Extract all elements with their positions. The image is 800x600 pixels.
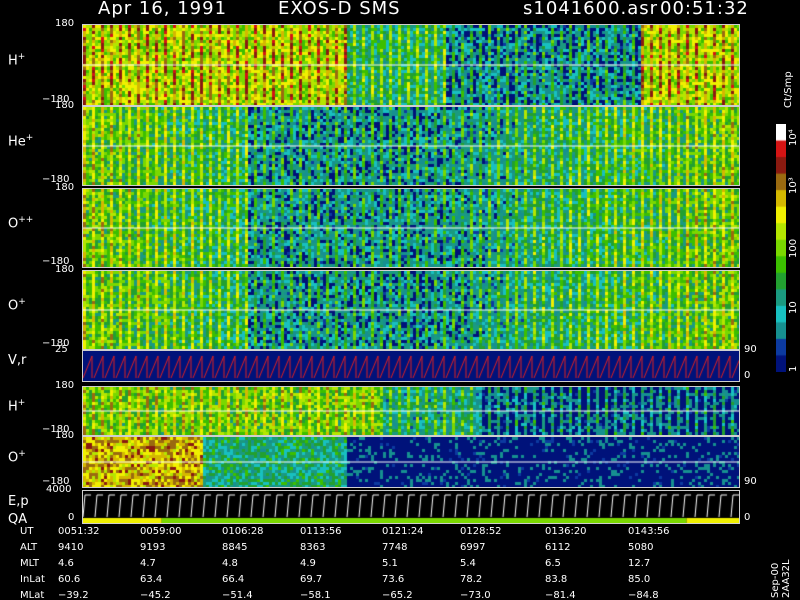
table-cell: −45.2 (140, 590, 171, 600)
table-cell: 0106:28 (222, 526, 264, 537)
header-instrument: EXOS-D SMS (278, 0, 401, 19)
right-tick-top: 90 (744, 344, 757, 355)
table-cell: 0128:52 (460, 526, 502, 537)
colorbar-tick-3: 100 (788, 238, 799, 258)
header-time: 00:51:32 (660, 0, 749, 19)
table-cell: −51.4 (222, 590, 253, 600)
table-cell: 9193 (140, 542, 166, 553)
spectrogram-panel-2 (82, 106, 740, 186)
table-cell: 8363 (300, 542, 326, 553)
table-cell: 78.2 (460, 574, 483, 585)
table-cell: 12.7 (628, 558, 651, 569)
table-cell: −84.8 (628, 590, 659, 600)
table-cell: −58.1 (300, 590, 331, 600)
table-cell: 6997 (460, 542, 486, 553)
y-tick-max: 180 (55, 182, 75, 193)
table-cell: 73.6 (382, 574, 405, 585)
table-header-ut: UT (20, 526, 34, 537)
table-cell: 4.7 (140, 558, 156, 569)
table-cell: 4.6 (58, 558, 74, 569)
colorbar-unit: Ct/Smp (783, 71, 794, 108)
colorbar-tick-4: 10 (788, 301, 799, 314)
table-cell: 0051:32 (58, 526, 100, 537)
y-tick-max: 180 (55, 264, 75, 275)
table-cell: 8845 (222, 542, 248, 553)
table-cell: 9410 (58, 542, 84, 553)
panel-label-1: H+ (8, 52, 26, 69)
panel-label-2: He+ (8, 133, 34, 150)
table-cell: 5.4 (460, 558, 476, 569)
colorbar-tick-5: 1 (788, 365, 799, 372)
table-header-inlat: InLat (20, 574, 45, 585)
y-tick-min: 0 (68, 512, 75, 523)
spectrogram-panel-1 (82, 24, 740, 106)
colorbar-tick-2: 10³ (788, 177, 799, 194)
table-cell: −81.4 (545, 590, 576, 600)
table-cell: 0113:56 (300, 526, 342, 537)
table-cell: 5080 (628, 542, 654, 553)
y-tick-max: 25 (55, 344, 68, 355)
table-cell: 0059:00 (140, 526, 182, 537)
spectrogram-panel-5 (82, 350, 740, 382)
y-tick-max: 180 (55, 430, 75, 441)
y-tick-max: 180 (55, 380, 75, 391)
table-cell: 60.6 (58, 574, 81, 585)
y-tick-max: 180 (55, 18, 75, 29)
table-cell: 0121:24 (382, 526, 424, 537)
panel-label-4: O+ (8, 297, 26, 314)
table-cell: 69.7 (300, 574, 323, 585)
table-cell: 6112 (545, 542, 571, 553)
panel-label-qa: QA (8, 512, 28, 527)
side-annotation: Sep-00 2AA32L (770, 559, 792, 598)
right-tick-bottom: 0 (744, 512, 751, 523)
table-cell: 5.1 (382, 558, 398, 569)
y-tick-max: 180 (55, 100, 75, 111)
table-cell: −65.2 (382, 590, 413, 600)
sms-plot-window: { "header": { "date": "Apr 16, 1991", "i… (0, 0, 800, 600)
spectrogram-panel-3 (82, 188, 740, 268)
panel-label-5: V,r (8, 353, 27, 368)
table-header-mlat: MLat (20, 590, 45, 600)
panel-label-3: O++ (8, 215, 34, 232)
table-cell: 63.4 (140, 574, 163, 585)
table-cell: 85.0 (628, 574, 651, 585)
y-tick-max: 4000 (46, 484, 72, 495)
right-tick-bottom: 90 (744, 476, 757, 487)
table-header-mlt: MLT (20, 558, 39, 569)
spectrogram-panel-4 (82, 270, 740, 350)
table-cell: 6.5 (545, 558, 561, 569)
right-tick-bottom: 0 (744, 370, 751, 381)
table-cell: 83.8 (545, 574, 568, 585)
table-cell: 0136:20 (545, 526, 587, 537)
spectrogram-panel-6 (82, 386, 740, 436)
colorbar-tick-1: 10⁴ (788, 129, 799, 146)
table-cell: 0143:56 (628, 526, 670, 537)
table-cell: 7748 (382, 542, 408, 553)
header-date: Apr 16, 1991 (98, 0, 228, 19)
panel-label-7: O+ (8, 449, 26, 466)
table-cell: −39.2 (58, 590, 89, 600)
table-cell: 4.8 (222, 558, 238, 569)
spectrogram-panel-8 (82, 490, 740, 524)
header-file: s1041600.asr (523, 0, 659, 19)
table-cell: 66.4 (222, 574, 245, 585)
colorbar (776, 124, 786, 372)
spectrogram-panel-7 (82, 436, 740, 488)
panel-label-8: E,p (8, 494, 29, 509)
panel-label-6: H+ (8, 398, 26, 415)
table-cell: −73.0 (460, 590, 491, 600)
table-header-alt: ALT (20, 542, 38, 553)
table-cell: 4.9 (300, 558, 316, 569)
